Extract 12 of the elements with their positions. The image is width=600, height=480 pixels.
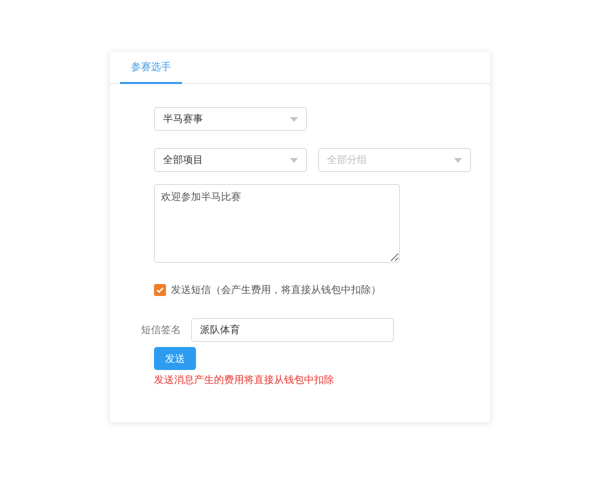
checkmark-icon: [156, 287, 164, 293]
message-textarea[interactable]: 欢迎参加半马比赛: [154, 184, 400, 263]
dropdown-field[interactable]: 半马赛事: [154, 107, 307, 131]
checkbox-label: 发送短信（会产生费用，将直接从钱包中扣除）: [171, 284, 381, 297]
caret-down-icon: [290, 116, 298, 122]
warning-text: 发送消息产生的费用将直接从钱包中扣除: [154, 374, 335, 387]
checkbox[interactable]: [154, 284, 166, 296]
dropdown-field[interactable]: 全部项目: [154, 148, 307, 172]
caret-down-icon: [454, 158, 462, 162]
caret-down-icon: [290, 158, 298, 162]
field-label: 短信签名: [141, 324, 181, 337]
signature-input[interactable]: 派队体育: [191, 318, 394, 342]
